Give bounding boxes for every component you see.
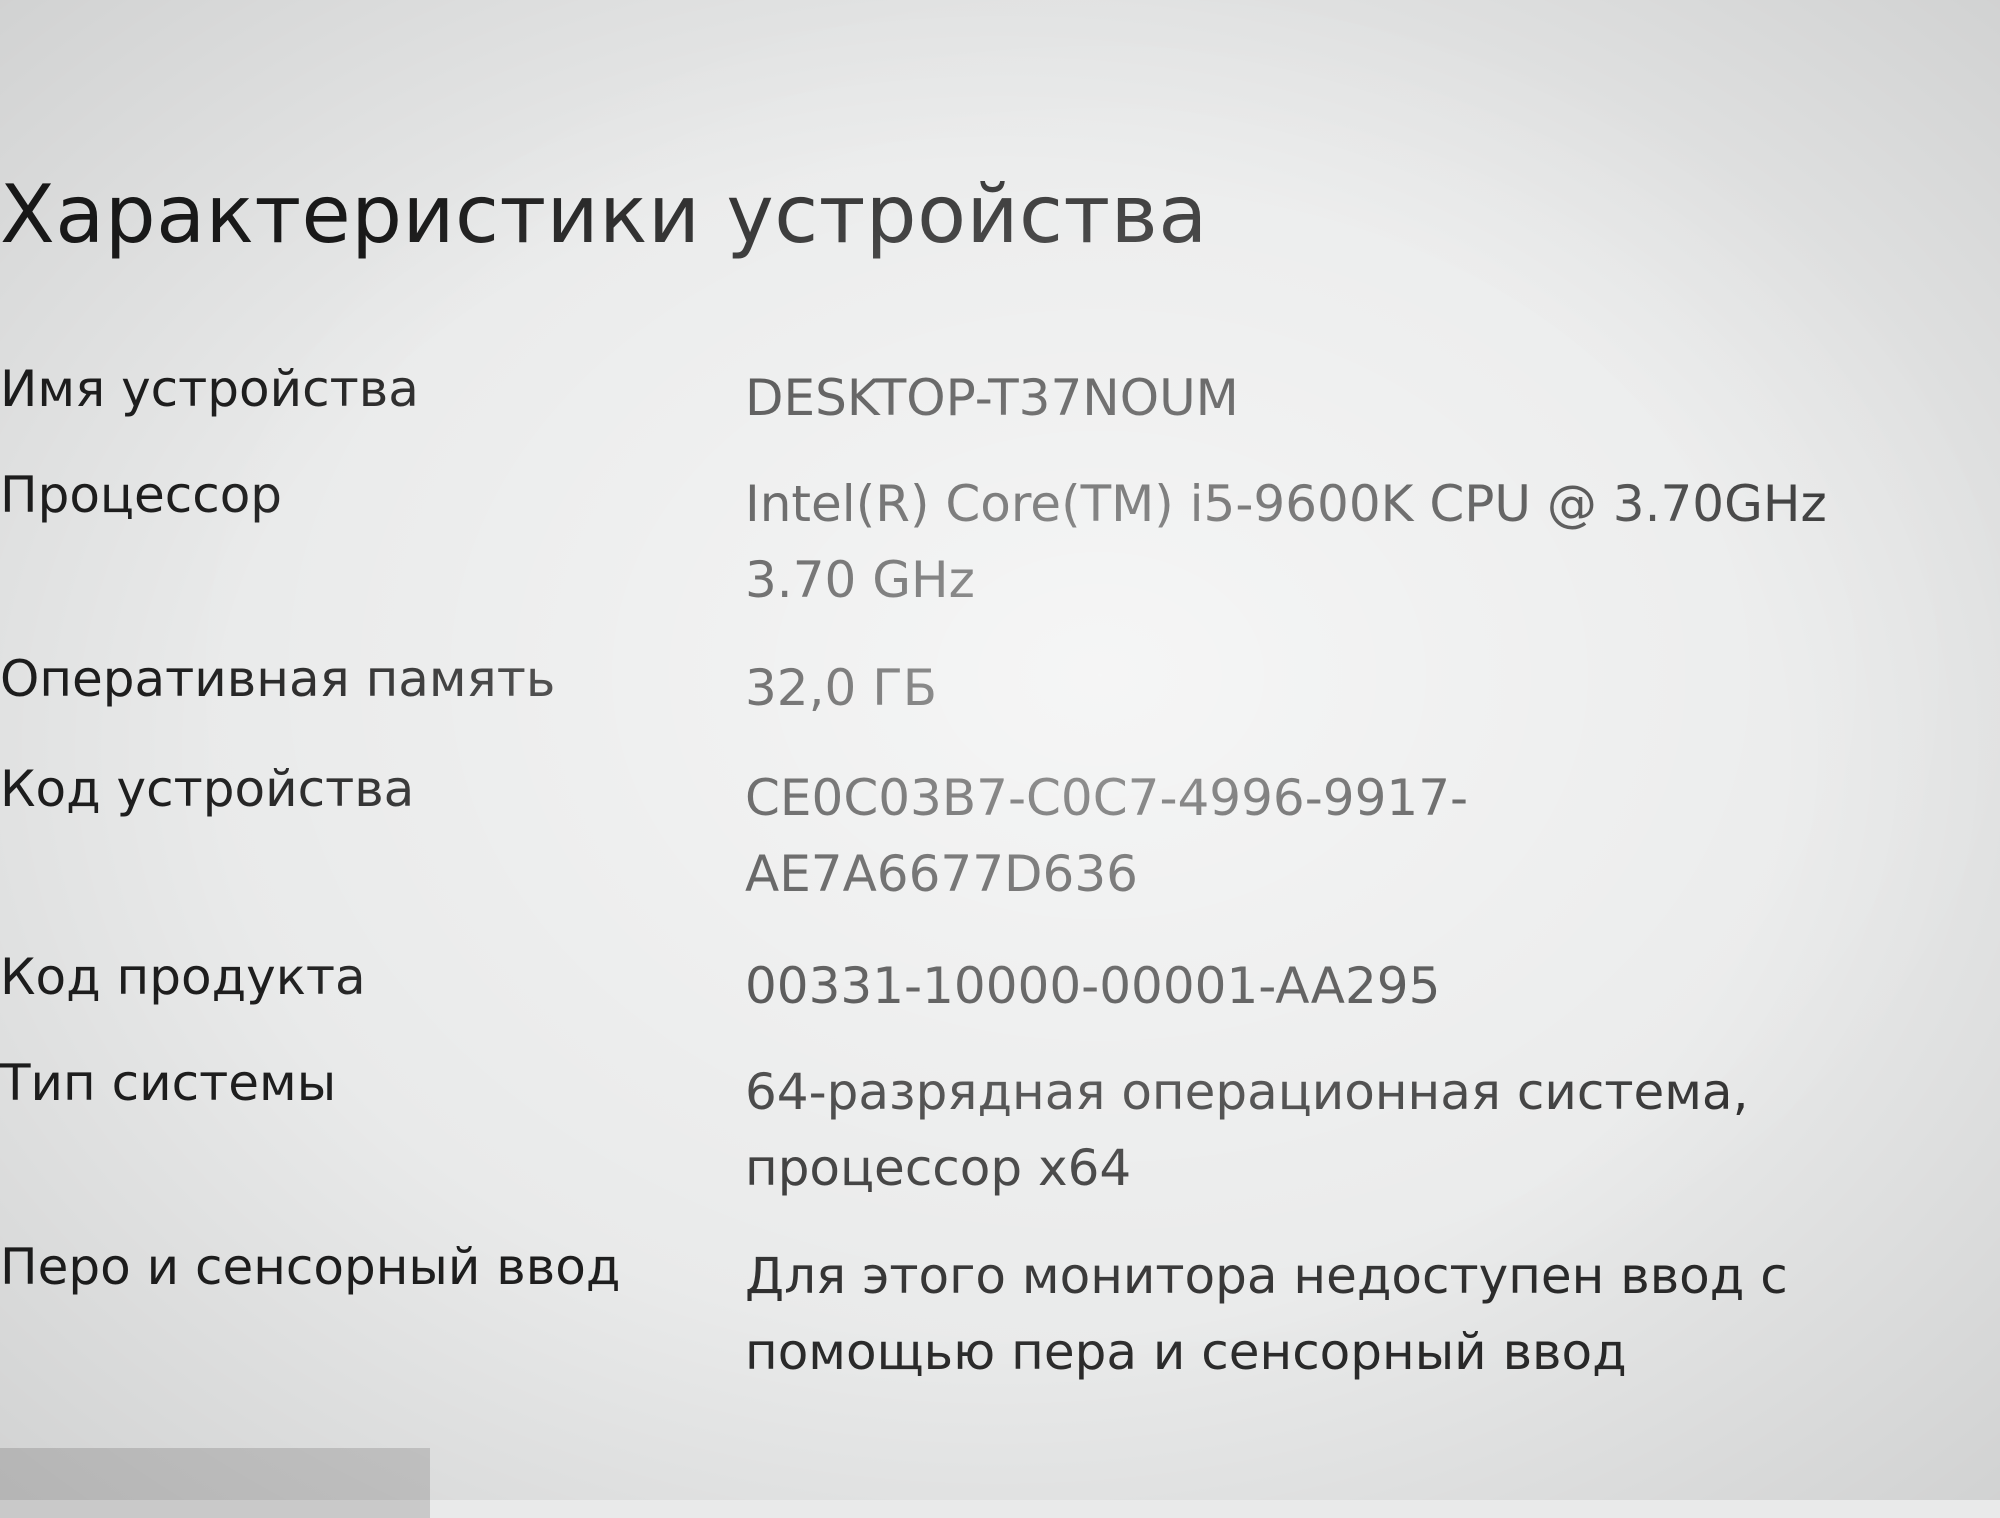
spec-value-device-name: DESKTOP-T37NOUM	[745, 369, 1239, 427]
spec-label-device-name: Имя устройства	[0, 360, 419, 418]
spec-label-ram: Оперативная память	[0, 650, 556, 708]
spec-label-device-id: Код устройства	[0, 760, 415, 818]
section-title: Характеристики устройства	[0, 168, 1208, 261]
device-specifications-panel: Характеристики устройства Имя устройства…	[0, 0, 2000, 1518]
spec-value-pen-touch: Для этого монитора недоступен ввод с пом…	[745, 1247, 1788, 1381]
spec-label-pen-touch: Перо и сенсорный ввод	[0, 1238, 621, 1296]
spec-label-system-type: Тип системы	[0, 1054, 337, 1112]
spec-value-processor: Intel(R) Core(TM) i5-9600K CPU @ 3.70GHz…	[745, 475, 1827, 609]
spec-label-processor: Процессор	[0, 466, 283, 524]
spec-value-device-id: CE0C03B7-C0C7-4996-9917- AE7A6677D636	[745, 769, 1469, 903]
spec-label-product-id: Код продукта	[0, 948, 366, 1006]
spec-value-system-type: 64-разрядная операционная система, проце…	[745, 1063, 1749, 1197]
rename-pc-button[interactable]	[0, 1448, 430, 1518]
spec-value-ram: 32,0 ГБ	[745, 659, 938, 717]
spec-value-product-id: 00331-10000-00001-AA295	[745, 957, 1441, 1015]
